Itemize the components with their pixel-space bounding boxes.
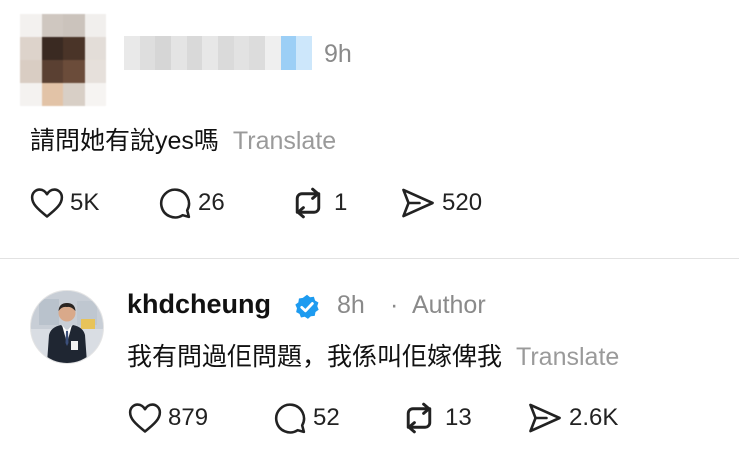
- author-photo: [31, 291, 103, 363]
- heart-icon: [30, 188, 64, 218]
- share-count: 2.6K: [569, 404, 619, 431]
- share-count: 520: [442, 189, 483, 216]
- repost-button[interactable]: 1: [288, 186, 400, 220]
- blurred-avatar[interactable]: [20, 14, 106, 106]
- reply-count: 26: [198, 189, 225, 216]
- heart-icon: [128, 403, 162, 433]
- like-count: 5K: [70, 189, 100, 216]
- like-button[interactable]: 879: [128, 402, 273, 434]
- comment-action-bar: 5K 26 1 520: [30, 186, 482, 220]
- share-button[interactable]: 2.6K: [527, 402, 618, 434]
- send-icon: [402, 188, 434, 218]
- repost-icon: [295, 187, 321, 219]
- reply-action-bar: 879 52 13 2.6K: [128, 401, 618, 435]
- post-time: 9h: [324, 40, 352, 68]
- repost-count: 1: [334, 189, 348, 216]
- reply-button[interactable]: 52: [273, 401, 399, 435]
- comment-bubble-icon: [159, 188, 191, 219]
- reply-body: 我有問過佢問題，我係叫佢嫁俾我 Translate: [127, 337, 619, 373]
- post-time: 8h: [337, 291, 365, 319]
- post-divider: [0, 258, 739, 259]
- repost-count: 13: [445, 404, 472, 431]
- reply-text: 我有問過佢問題，我係叫佢嫁俾我: [127, 343, 503, 371]
- comment-bubble-icon: [274, 403, 306, 434]
- send-icon: [529, 403, 561, 433]
- author-badge: Author: [412, 291, 486, 319]
- like-count: 879: [168, 404, 209, 431]
- verified-badge-icon: [295, 294, 319, 319]
- reply-count: 52: [313, 404, 340, 431]
- username[interactable]: khdcheung: [127, 289, 271, 320]
- comment-post: 9h 請問她有說yes嗎 Translate 5K 26 1 520: [0, 0, 739, 258]
- comment-body: 請問她有說yes嗎 Translate: [30, 121, 336, 157]
- translate-link[interactable]: Translate: [233, 127, 336, 155]
- repost-icon: [406, 402, 432, 434]
- avatar[interactable]: [30, 290, 104, 364]
- translate-link[interactable]: Translate: [516, 343, 619, 371]
- meta-separator: ·: [390, 291, 399, 319]
- like-button[interactable]: 5K: [30, 187, 158, 219]
- blurred-username[interactable]: [124, 36, 313, 70]
- comment-text: 請問她有說yes嗎: [30, 127, 219, 155]
- share-button[interactable]: 520: [400, 187, 482, 219]
- repost-button[interactable]: 13: [399, 401, 527, 435]
- reply-button[interactable]: 26: [158, 186, 288, 220]
